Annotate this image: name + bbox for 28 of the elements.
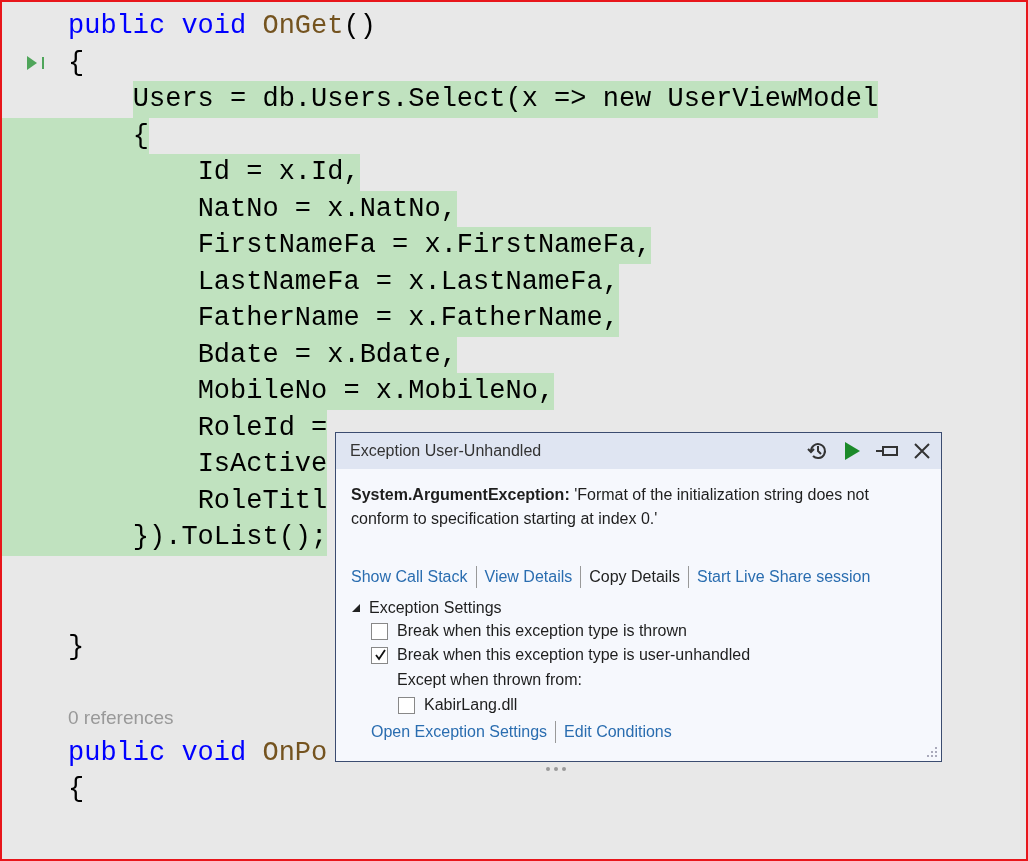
checkbox-label[interactable]: Break when this exception type is user-unhandled bbox=[397, 646, 751, 664]
history-icon[interactable] bbox=[807, 440, 829, 462]
except-label: Except when thrown from: bbox=[397, 670, 583, 690]
action-link[interactable]: Copy Details bbox=[589, 568, 680, 586]
close-icon[interactable] bbox=[913, 442, 931, 460]
ellipsis-icon bbox=[545, 766, 567, 772]
action-link[interactable]: Show Call Stack bbox=[351, 568, 468, 586]
code-line: public void OnPo bbox=[68, 736, 328, 770]
checkbox[interactable] bbox=[398, 696, 415, 714]
settings-link[interactable]: Open Exception Settings bbox=[371, 723, 548, 741]
checkbox-label[interactable]: KabirLang.dll bbox=[424, 696, 518, 714]
action-link[interactable]: Start Live Share session bbox=[696, 568, 871, 586]
continue-icon[interactable] bbox=[843, 441, 861, 461]
settings-link[interactable]: Edit Conditions bbox=[564, 723, 672, 741]
code-line: { bbox=[68, 46, 85, 80]
checkbox-label[interactable]: Break when this exception type is thrown bbox=[397, 622, 687, 640]
checkbox[interactable] bbox=[371, 646, 388, 664]
code-line: { bbox=[68, 773, 85, 806]
resize-grip-icon[interactable] bbox=[926, 746, 938, 758]
expanded-icon[interactable] bbox=[351, 603, 361, 613]
code-line: public void OnGet() bbox=[68, 10, 376, 43]
section-title: Exception Settings bbox=[369, 599, 502, 617]
code-line: } bbox=[68, 630, 85, 664]
pin-icon[interactable] bbox=[875, 443, 899, 459]
popup-title: Exception User-Unhandled bbox=[350, 442, 542, 460]
action-link[interactable]: View Details bbox=[484, 568, 573, 586]
checkbox[interactable] bbox=[371, 622, 388, 640]
exception-message: System.ArgumentException: 'Format of the initialization string does not conform to specification starting at index 0.' bbox=[351, 485, 870, 529]
